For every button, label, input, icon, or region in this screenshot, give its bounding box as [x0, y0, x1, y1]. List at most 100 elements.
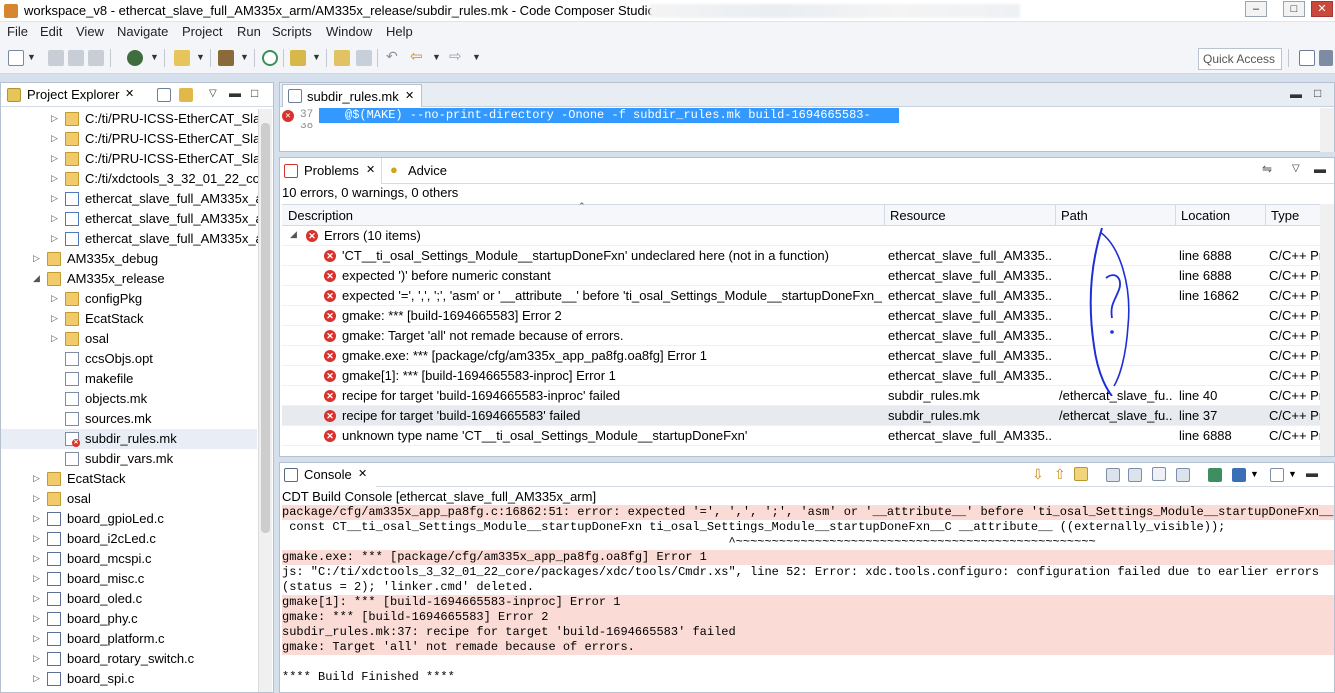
- collapsed-chevron-icon[interactable]: ▷: [51, 313, 61, 324]
- tab-advice[interactable]: ● Advice: [386, 158, 466, 184]
- chevron-down-icon[interactable]: ▼: [312, 52, 321, 62]
- column-type[interactable]: Type: [1271, 208, 1299, 223]
- open-console-icon[interactable]: [1270, 468, 1284, 482]
- chevron-down-icon[interactable]: ▼: [1288, 469, 1297, 479]
- column-resource[interactable]: Resource: [890, 208, 946, 223]
- toggle-annotation-icon[interactable]: [334, 50, 350, 66]
- tree-item[interactable]: ▷ board_i2cLed.c: [1, 529, 257, 549]
- problems-scrollbar[interactable]: [1320, 204, 1334, 456]
- tab-problems[interactable]: Problems ✕: [280, 158, 382, 184]
- scrollbar-thumb[interactable]: [261, 123, 270, 533]
- maximize-view-icon[interactable]: □: [1314, 86, 1321, 100]
- chevron-down-icon[interactable]: ▼: [432, 52, 441, 62]
- tree-item[interactable]: ▷ ethercat_slave_full_AM335x_ar: [1, 189, 267, 209]
- column-divider[interactable]: [1175, 205, 1176, 226]
- pin-console-icon[interactable]: [1208, 468, 1222, 482]
- save-all-icon[interactable]: [68, 50, 84, 66]
- tree-item[interactable]: objects.mk: [1, 389, 257, 409]
- tree-item[interactable]: ▷ configPkg: [1, 289, 257, 309]
- tree-item[interactable]: ▷ board_phy.c: [1, 609, 257, 629]
- minimize-view-icon[interactable]: ▬: [229, 86, 241, 100]
- tree-item[interactable]: ▷ C:/ti/xdctools_3_32_01_22_cor: [1, 169, 264, 189]
- collapsed-chevron-icon[interactable]: ▷: [33, 253, 43, 264]
- collapsed-chevron-icon[interactable]: ▷: [51, 193, 61, 204]
- problem-row[interactable]: ✕ expected ')' before numeric constant eth…: [282, 266, 1334, 286]
- problem-row[interactable]: ✕ gmake.exe: *** [package/cfg/am335x_app_…: [282, 346, 1334, 366]
- problem-row[interactable]: ✕ 'CT__ti_osal_Settings_Module__startupDo…: [282, 246, 1334, 266]
- collapsed-chevron-icon[interactable]: ▷: [33, 533, 43, 544]
- view-menu-chevron-icon[interactable]: ▽: [1292, 163, 1300, 174]
- open-perspective-icon[interactable]: [1299, 50, 1315, 66]
- chevron-down-icon[interactable]: ▼: [196, 52, 205, 62]
- build-hammer-icon[interactable]: [218, 50, 234, 66]
- chevron-down-icon[interactable]: ▼: [27, 52, 36, 62]
- toggle-markers-icon[interactable]: [356, 50, 372, 66]
- collapse-all-icon[interactable]: [157, 88, 171, 102]
- selected-code-text[interactable]: @$(MAKE) --no-print-directory -Onone -f …: [319, 108, 899, 136]
- column-description[interactable]: Description: [288, 208, 353, 223]
- menu-project[interactable]: Project: [182, 24, 222, 39]
- menu-window[interactable]: Window: [326, 24, 372, 39]
- tree-item[interactable]: subdir_vars.mk: [1, 449, 257, 469]
- filter-icon[interactable]: ⇋: [1262, 162, 1272, 176]
- tree-item[interactable]: ccsObjs.opt: [1, 349, 257, 369]
- paste-icon[interactable]: [1128, 468, 1142, 482]
- tree-item[interactable]: ▷ board_platform.c: [1, 629, 257, 649]
- collapsed-chevron-icon[interactable]: ▷: [33, 673, 43, 684]
- error-group-row[interactable]: ◢ ✕ Errors (10 items): [282, 226, 1334, 246]
- clear-console-icon[interactable]: [1176, 468, 1190, 482]
- word-wrap-icon[interactable]: [1152, 467, 1166, 481]
- tree-item[interactable]: ▷ AM335x_debug: [1, 249, 257, 269]
- external-tools-icon[interactable]: [290, 50, 306, 66]
- search-icon[interactable]: [262, 50, 278, 66]
- problem-row[interactable]: ✕ recipe for target 'build-1694665583' fa…: [282, 406, 1334, 426]
- problem-row[interactable]: ✕ unknown type name 'CT__ti_osal_Settings…: [282, 426, 1334, 446]
- up-arrow-icon[interactable]: ⇧: [1054, 466, 1066, 483]
- menu-edit[interactable]: Edit: [40, 24, 62, 39]
- close-icon[interactable]: ✕: [366, 163, 375, 176]
- explorer-scrollbar[interactable]: [258, 109, 272, 692]
- collapsed-chevron-icon[interactable]: ▷: [33, 613, 43, 624]
- load-program-icon[interactable]: [174, 50, 190, 66]
- tree-item[interactable]: ▷ board_spi.c: [1, 669, 257, 689]
- tree-item[interactable]: ▷ board_rotary_switch.c: [1, 649, 257, 669]
- tab-console[interactable]: Console ✕: [280, 463, 376, 487]
- problem-row[interactable]: ✕ gmake[1]: *** [build-1694665583-inproc]…: [282, 366, 1334, 386]
- tree-item[interactable]: makefile: [1, 369, 257, 389]
- scroll-lock-icon[interactable]: [1074, 467, 1088, 481]
- close-window-button[interactable]: ✕: [1311, 1, 1333, 17]
- tree-item[interactable]: ▷ C:/ti/PRU-ICSS-EtherCAT_Slav: [1, 149, 267, 169]
- chevron-down-icon[interactable]: ▼: [150, 52, 159, 62]
- expanded-chevron-icon[interactable]: ◢: [33, 273, 43, 284]
- problem-row[interactable]: ✕ gmake: Target 'all' not remade because …: [282, 326, 1334, 346]
- collapsed-chevron-icon[interactable]: ▷: [33, 573, 43, 584]
- tree-item[interactable]: ▷ board_oled.c: [1, 589, 257, 609]
- chevron-down-icon[interactable]: ▼: [240, 52, 249, 62]
- maximize-view-icon[interactable]: □: [251, 86, 258, 100]
- debug-bug-icon[interactable]: [127, 50, 143, 66]
- collapsed-chevron-icon[interactable]: ▷: [33, 653, 43, 664]
- collapsed-chevron-icon[interactable]: ▷: [33, 493, 43, 504]
- copy-icon[interactable]: [1106, 468, 1120, 482]
- tree-item[interactable]: ▷ board_gpioLed.c: [1, 509, 257, 529]
- collapsed-chevron-icon[interactable]: ▷: [51, 213, 61, 224]
- problem-row[interactable]: ✕ expected '=', ',', ';', 'asm' or '__att…: [282, 286, 1334, 306]
- collapsed-chevron-icon[interactable]: ▷: [51, 153, 61, 164]
- expanded-chevron-icon[interactable]: ◢: [290, 229, 297, 240]
- down-arrow-icon[interactable]: ⇩: [1032, 466, 1044, 483]
- collapsed-chevron-icon[interactable]: ▷: [33, 513, 43, 524]
- print-icon[interactable]: [88, 50, 104, 66]
- last-edit-icon[interactable]: ↶: [386, 48, 398, 65]
- close-icon[interactable]: ✕: [358, 467, 367, 480]
- forward-arrow-icon[interactable]: ⇨: [449, 47, 462, 65]
- minimize-button[interactable]: –: [1245, 1, 1267, 17]
- chevron-down-icon[interactable]: ▼: [472, 52, 481, 62]
- tree-item[interactable]: ▷ EcatStack: [1, 469, 257, 489]
- collapsed-chevron-icon[interactable]: ▷: [51, 113, 61, 124]
- menu-run[interactable]: Run: [237, 24, 261, 39]
- tree-item[interactable]: ▷ board_mcspi.c: [1, 549, 257, 569]
- collapsed-chevron-icon[interactable]: ▷: [51, 333, 61, 344]
- tree-item[interactable]: ▷ C:/ti/PRU-ICSS-EtherCAT_Slav: [1, 109, 267, 129]
- new-icon[interactable]: [8, 50, 24, 66]
- collapsed-chevron-icon[interactable]: ▷: [33, 553, 43, 564]
